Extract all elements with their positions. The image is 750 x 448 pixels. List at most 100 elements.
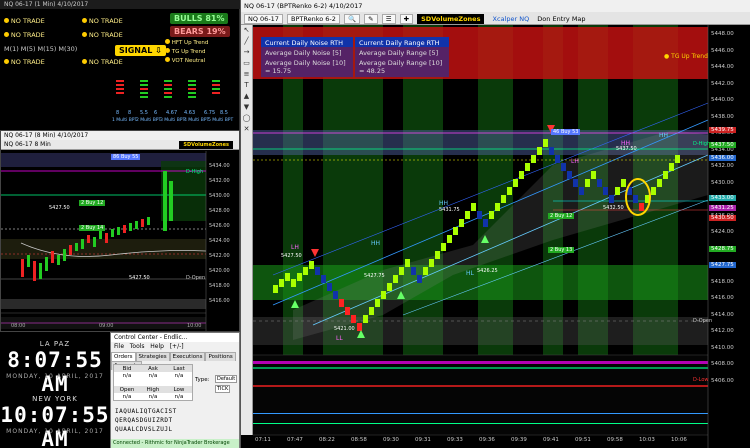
dash-row-2: NO TRADE <box>4 31 45 39</box>
tab-executions[interactable]: Executions <box>169 352 206 361</box>
clock-city-lapaz: LA PAZ <box>39 340 71 348</box>
status-dot-icon <box>82 32 87 37</box>
small-buy14-label: 2 Buy 14 <box>79 225 106 231</box>
signal-dashboard: NQ 06-17 (1 Min) 4/10/2017 NO TRADE NO T… <box>0 0 240 130</box>
price-label: 5427.75 <box>364 273 385 279</box>
control-center-tabs: OrdersStrategiesExecutionsPositionsAccou… <box>111 352 239 370</box>
entry-map-button[interactable]: Don Entry Map <box>537 15 585 23</box>
menu-help[interactable]: Help <box>150 343 164 350</box>
status-dot-icon <box>165 48 170 53</box>
tab-strategies[interactable]: Strategies <box>135 352 170 361</box>
swing-hh-label: HH <box>621 140 631 147</box>
dash-row-1b: NO TRADE <box>82 17 123 25</box>
menu-file[interactable]: File <box>114 343 124 350</box>
price-label: 5427.50 <box>281 253 302 259</box>
type-label: Type: <box>195 377 210 383</box>
pointer-icon[interactable]: ↖ <box>241 25 252 36</box>
ask-value: n/a <box>148 373 158 379</box>
draw-icon[interactable]: ✎ <box>364 14 378 24</box>
last-value: n/a <box>174 373 184 379</box>
status-dot-icon <box>165 57 170 62</box>
small-chart-instrument[interactable]: NQ 06-17 8 Min <box>4 141 51 148</box>
m-label: M(30) <box>58 45 78 53</box>
zoom-icon[interactable]: 🔍 <box>343 14 361 24</box>
main-chart-titlebar[interactable]: NQ 06-17 (BPTRenko 6-2) 4/10/2017 <box>241 0 750 12</box>
text-tool-icon[interactable]: T <box>241 80 252 91</box>
signal-list: HFT Up Trend TG Up Trend VOT Neutral <box>165 39 208 66</box>
price-label: 5426.25 <box>477 268 498 274</box>
control-center-menubar: File Tools Help [+/-] <box>111 342 239 351</box>
crosshair-icon[interactable]: ✚ <box>399 14 414 24</box>
main-time-axis: 07:11 07:47 08:22 08:58 09:30 09:31 09:3… <box>255 437 687 443</box>
hotkey-row-3[interactable]: QUAALCDVSLZUJL <box>115 426 173 433</box>
bulls-badge: BULLS 81% <box>170 13 229 24</box>
bar-type-selector[interactable]: BPTRenko 6-2 <box>287 14 340 24</box>
swing-lh-label: LH <box>571 158 579 165</box>
properties-icon[interactable]: ☰ <box>381 14 396 24</box>
sd-volume-zones-button[interactable]: SDVolumeZones <box>179 141 233 149</box>
status-dot-icon <box>4 32 9 37</box>
sd-volume-zones-button[interactable]: SDVolumeZones <box>417 14 485 24</box>
arrow-down-icon[interactable]: ▼ <box>241 102 252 113</box>
buy-signal-label: 46 Buy 53 <box>551 129 581 135</box>
swing-hh-label: HH <box>659 132 669 139</box>
status-dot-icon <box>4 18 9 23</box>
small-chart-toolbar: NQ 06-17 8 Min SDVolumeZones <box>1 140 239 150</box>
small-dhigh-label: D-High <box>186 169 204 175</box>
trade-status: NO TRADE <box>88 17 123 25</box>
price-tag: 5427.75 <box>709 262 736 268</box>
tab-positions[interactable]: Positions <box>205 352 236 361</box>
buy-signal-label: 2 Buy 12 <box>548 213 575 219</box>
bar-group-1 <box>116 80 124 94</box>
dashboard-titlebar[interactable]: NQ 06-17 (1 Min) 4/10/2017 <box>0 0 240 9</box>
status-dot-icon <box>82 59 87 64</box>
multi-bpt-bars: 8 8 5.5 6 4.67 4.63 6.75 8.5 1 Multi BPT… <box>110 74 238 128</box>
hotkey-row-1[interactable]: IAQUALIQTGACIST <box>115 408 177 415</box>
status-dot-icon <box>4 59 9 64</box>
price-tag: 5431.25 <box>709 205 736 211</box>
xcalper-label[interactable]: Xcalper NQ <box>493 15 530 23</box>
price-tag: 5439.75 <box>709 127 736 133</box>
hotkey-row-2[interactable]: QERQASDGUIZRDT <box>115 417 173 424</box>
drawing-tools-bar: ↖ ╱ → ▭ ≡ T ▲ ▼ ◯ ✕ <box>241 25 253 435</box>
line-tool-icon[interactable]: ╱ <box>241 36 252 47</box>
m-label-row: M(1) M(5) M(15) M(30) <box>4 45 77 53</box>
arrow-up-icon[interactable]: ▲ <box>241 91 252 102</box>
clock-time-newyork: 10:07:55 AM <box>0 403 110 448</box>
dash-row-2b: NO TRADE <box>82 31 123 39</box>
clock-time-lapaz: 8:07:55 AM <box>7 348 103 396</box>
rect-tool-icon[interactable]: ▭ <box>241 58 252 69</box>
trade-status: NO TRADE <box>88 58 123 66</box>
tab-orders[interactable]: Orders <box>111 352 136 361</box>
type-select[interactable]: Default <box>215 375 238 383</box>
price-tag: 5436.00 <box>709 155 736 161</box>
signal-badge: SIGNAL ⇩ <box>115 45 166 56</box>
small-chart-titlebar[interactable]: NQ 06-17 (8 Min) 4/10/2017 <box>1 131 239 140</box>
small-buy-label: 86 Buy 55 <box>111 154 141 160</box>
instrument-selector[interactable]: NQ 06-17 <box>244 14 283 24</box>
control-center-titlebar[interactable]: Control Center - Endlic... <box>111 333 239 342</box>
price-label: 5431.75 <box>439 207 460 213</box>
main-chart-plot[interactable] <box>253 25 750 448</box>
menu-tools[interactable]: Tools <box>130 343 145 350</box>
tick-select[interactable]: TICK <box>215 385 231 393</box>
connection-status: Connected - Rithmic for NinjaTrader Brok… <box>111 439 239 448</box>
clock-date-newyork: MONDAY, 10 APRIL, 2017 <box>6 428 104 435</box>
trade-status: NO TRADE <box>10 58 45 66</box>
delete-icon[interactable]: ✕ <box>241 124 252 135</box>
price-label: 5421.00 <box>334 326 355 332</box>
small-price-axis: 5434.00 5432.00 5430.00 5428.00 5426.00 … <box>209 163 230 304</box>
avg-range10-box: Average Daily Range [10] = 48.25 <box>355 57 449 77</box>
menu-toggle[interactable]: [+/-] <box>170 343 184 350</box>
fib-tool-icon[interactable]: ≡ <box>241 69 252 80</box>
main-chart-window: NQ 06-17 (BPTRenko 6-2) 4/10/2017 NQ 06-… <box>240 0 750 448</box>
m-label: M(15) <box>37 45 57 53</box>
swing-hh-label: HH <box>371 240 381 247</box>
dash-row-3: NO TRADE <box>4 58 45 66</box>
dlow-label: D-Low <box>693 377 709 383</box>
ray-tool-icon[interactable]: → <box>241 47 252 58</box>
ellipse-tool-icon[interactable]: ◯ <box>241 113 252 124</box>
dash-row-3b: NO TRADE <box>82 58 123 66</box>
small-chart-plot[interactable] <box>1 151 239 331</box>
status-dot-icon <box>82 18 87 23</box>
